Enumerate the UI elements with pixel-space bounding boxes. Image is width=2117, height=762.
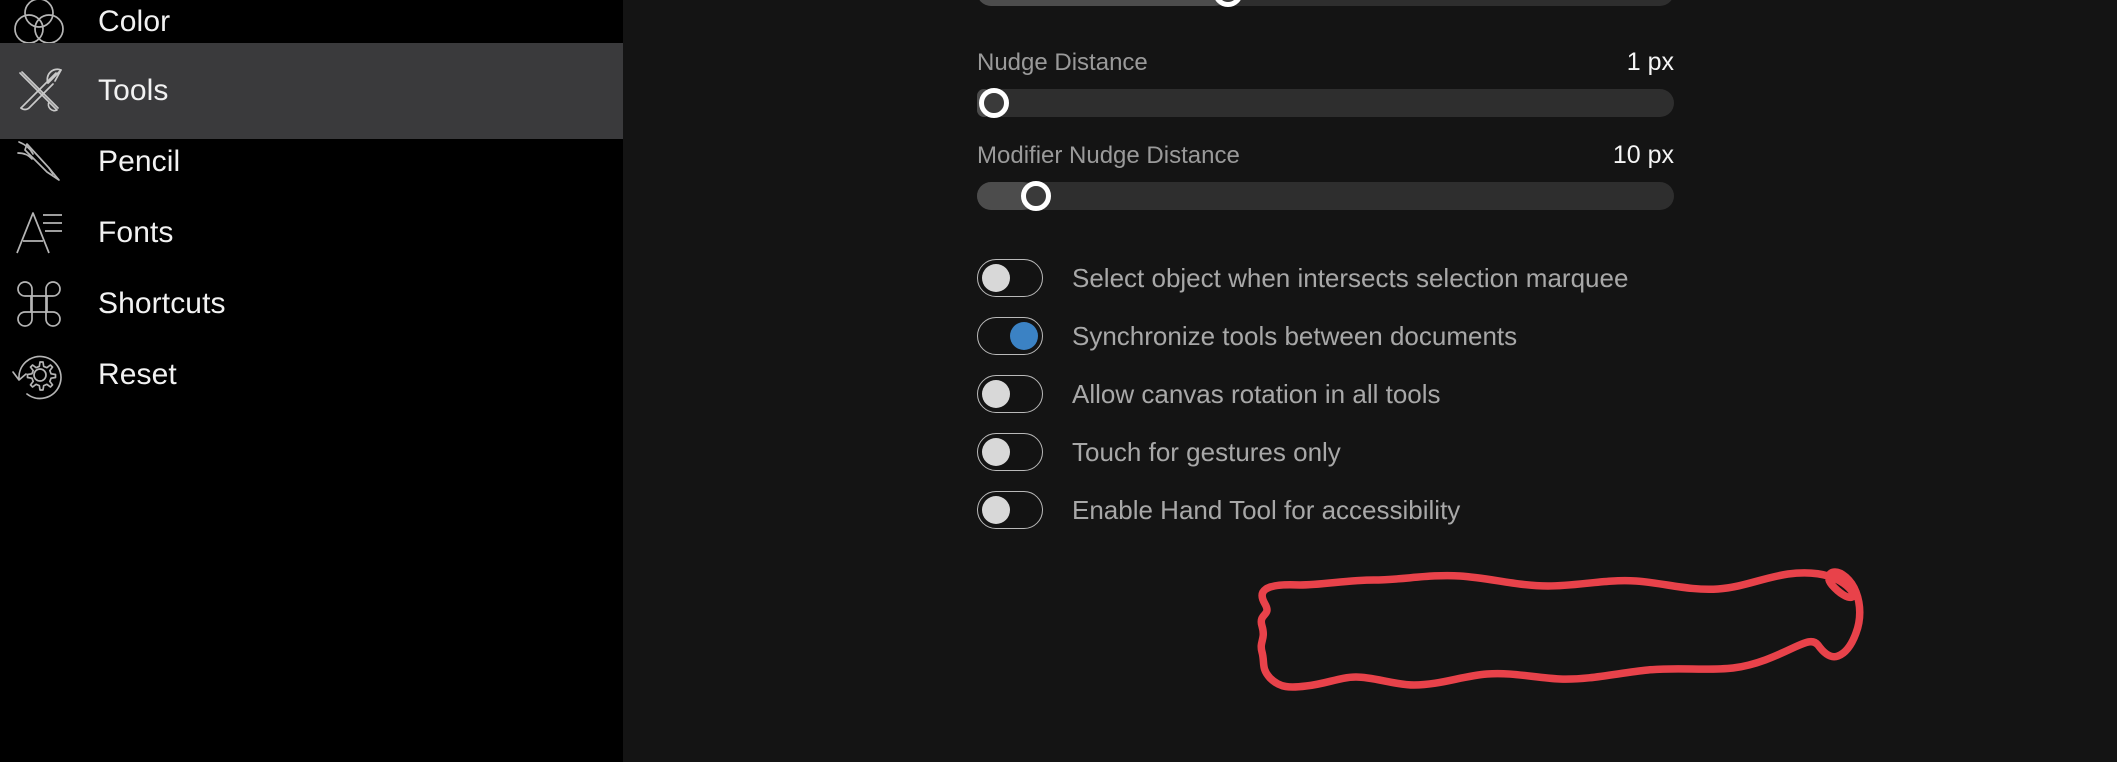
- toggle-knob: [982, 380, 1010, 408]
- tools-wrench-screwdriver-icon: [0, 61, 78, 121]
- slider-value: 1 px: [1626, 48, 1674, 76]
- settings-screen: Color Tools Pencil Fonts Shortcuts Reset…: [0, 0, 2117, 762]
- toggle-label: Enable Hand Tool for accessibility: [1072, 494, 1461, 525]
- sidebar-item-label: Color: [98, 5, 171, 38]
- toggle-switch[interactable]: [977, 433, 1043, 471]
- pencil-stylus-icon: [0, 132, 78, 192]
- reset-gear-icon: [0, 345, 78, 405]
- toggle-switch[interactable]: [977, 375, 1043, 413]
- slider-header: Nudge Distance 1 px: [977, 48, 1674, 77]
- fonts-letter-a-icon: [0, 203, 78, 263]
- toggle-knob: [1010, 322, 1038, 350]
- sidebar-item-label: Tools: [98, 74, 169, 107]
- toggle-knob: [982, 264, 1010, 292]
- slider-label: Modifier Nudge Distance: [977, 142, 1240, 169]
- toggle-row-select-object-intersects[interactable]: Select object when intersects selection …: [977, 259, 1628, 297]
- slider-track[interactable]: [977, 181, 1674, 211]
- toggle-label: Touch for gestures only: [1072, 436, 1341, 467]
- settings-sidebar: Color Tools Pencil Fonts Shortcuts Reset: [0, 0, 623, 762]
- slider-track[interactable]: [977, 88, 1674, 118]
- slider-value: 10 px: [1612, 141, 1674, 169]
- slider-block-top-clipped: [977, 0, 1674, 7]
- sidebar-item-label: Fonts: [98, 216, 174, 249]
- slider-knob[interactable]: [1021, 181, 1052, 211]
- toggle-knob: [982, 496, 1010, 524]
- toggle-label: Allow canvas rotation in all tools: [1072, 378, 1441, 409]
- slider-block-modifier-nudge-distance: Modifier Nudge Distance 10 px: [977, 141, 1674, 211]
- toggle-label: Synchronize tools between documents: [1072, 320, 1518, 351]
- slider-fill: [977, 0, 1228, 6]
- toggle-row-enable-hand-tool[interactable]: Enable Hand Tool for accessibility: [977, 491, 1460, 529]
- slider-header: Modifier Nudge Distance 10 px: [977, 141, 1674, 170]
- toggle-switch[interactable]: [977, 491, 1043, 529]
- sidebar-item-label: Shortcuts: [98, 287, 226, 320]
- toggle-row-touch-for-gestures-only[interactable]: Touch for gestures only: [977, 433, 1341, 471]
- shortcuts-command-icon: [0, 274, 78, 334]
- toggle-knob: [982, 438, 1010, 466]
- slider-label: Nudge Distance: [977, 49, 1148, 76]
- slider-block-nudge-distance: Nudge Distance 1 px: [977, 48, 1674, 118]
- sidebar-item-reset[interactable]: Reset: [0, 327, 623, 423]
- sidebar-item-label: Reset: [98, 358, 177, 391]
- slider-knob[interactable]: [1212, 0, 1243, 7]
- toggle-label: Select object when intersects selection …: [1072, 262, 1629, 293]
- sidebar-item-label: Pencil: [98, 145, 181, 178]
- slider-track[interactable]: [977, 0, 1674, 7]
- slider-knob[interactable]: [978, 88, 1009, 118]
- tools-settings-panel: Nudge Distance 1 px Modifier Nudge Dista…: [623, 0, 2117, 762]
- toggle-switch[interactable]: [977, 259, 1043, 297]
- toggle-row-allow-canvas-rotation[interactable]: Allow canvas rotation in all tools: [977, 375, 1441, 413]
- toggle-row-synchronize-tools[interactable]: Synchronize tools between documents: [977, 317, 1517, 355]
- toggle-switch[interactable]: [977, 317, 1043, 355]
